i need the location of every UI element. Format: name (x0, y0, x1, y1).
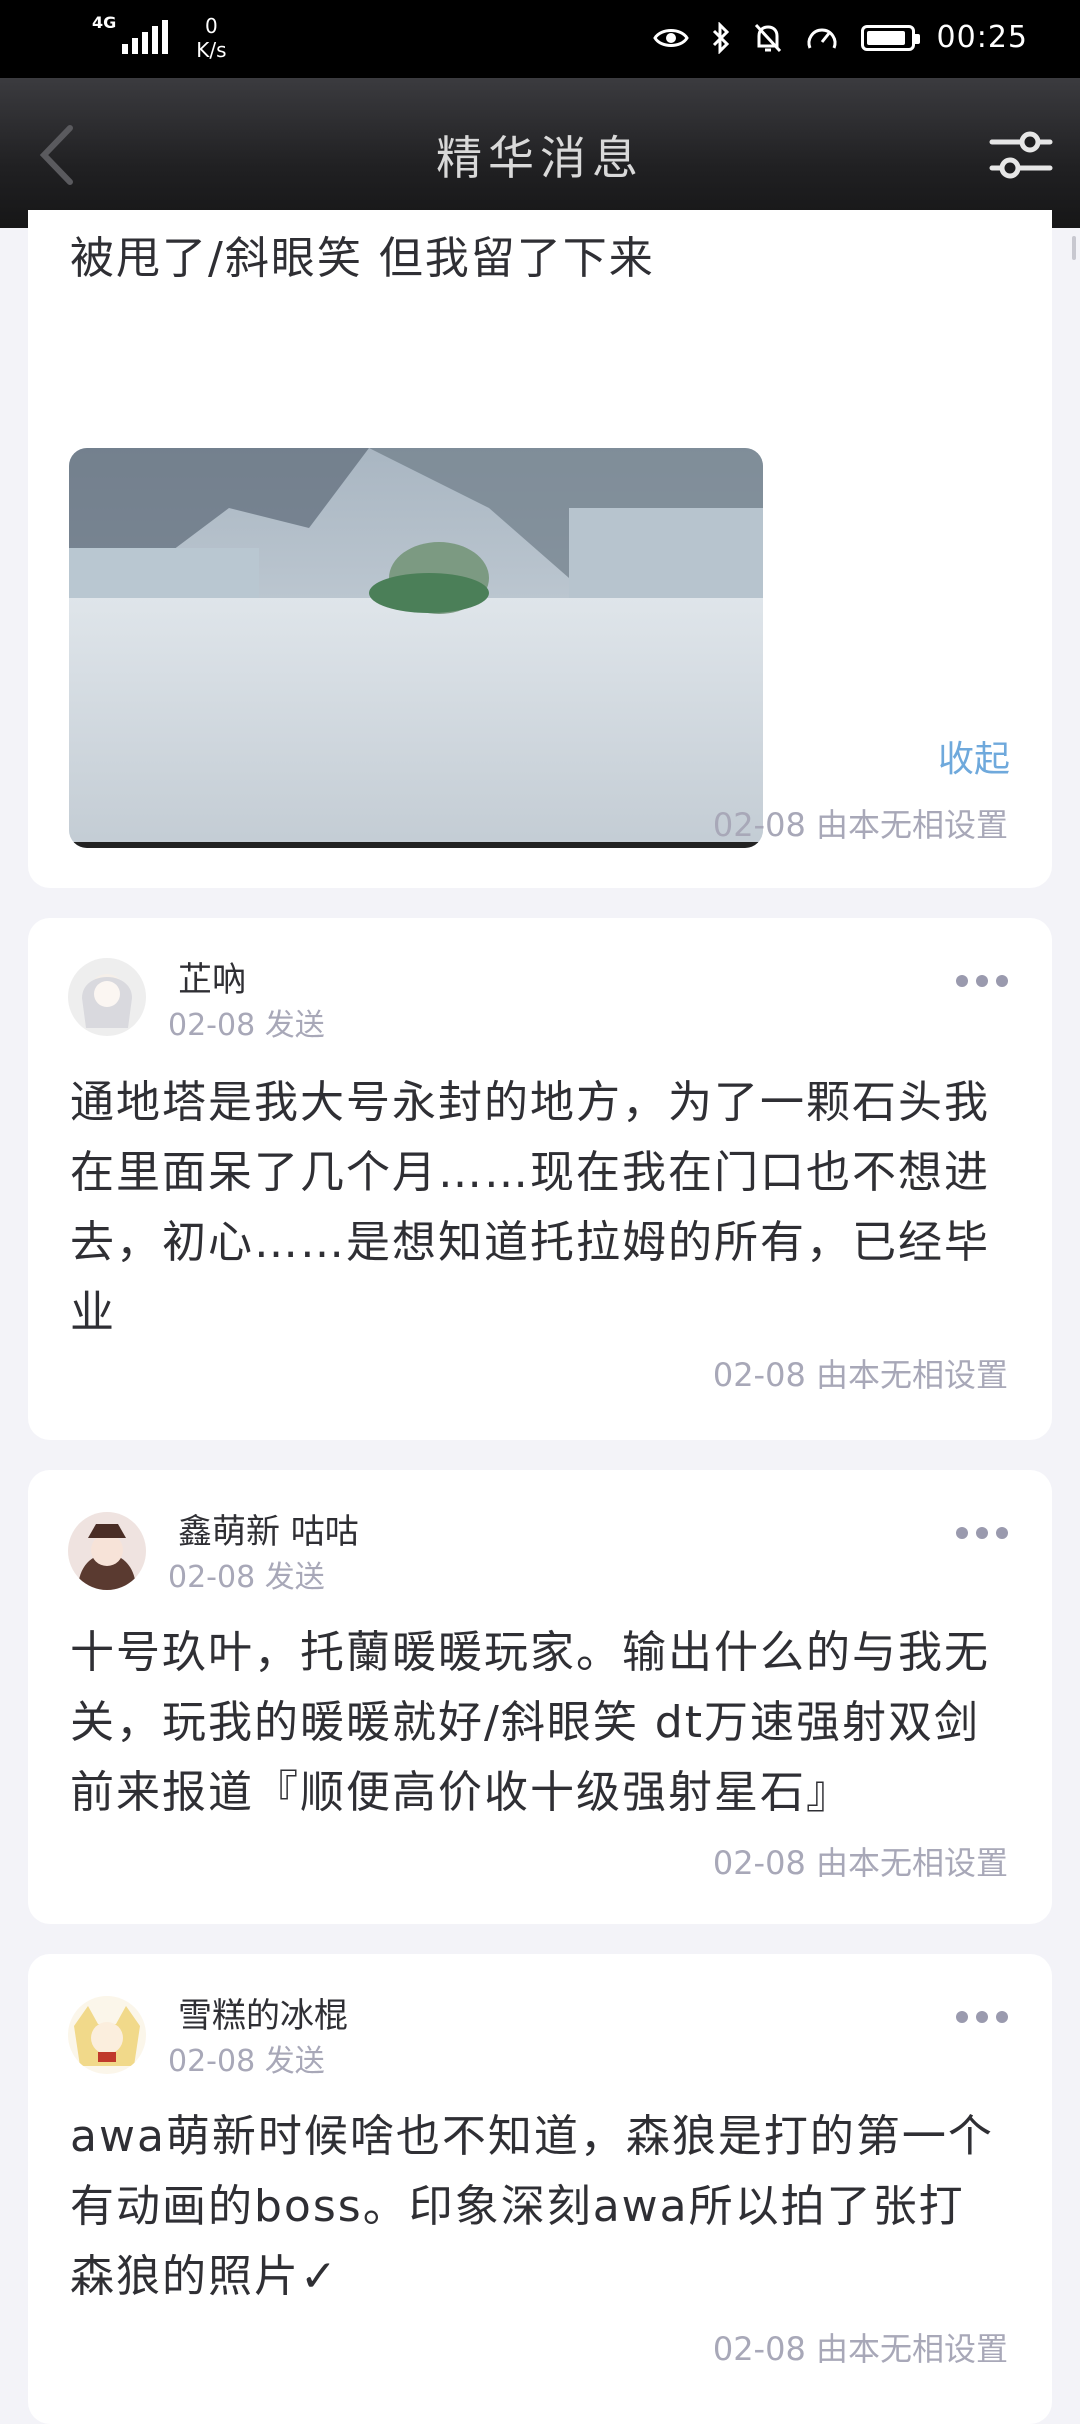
sent-time: 02-08 发送 (168, 2044, 325, 2079)
network-type: 4G (92, 13, 117, 32)
avatar[interactable] (68, 958, 146, 1036)
mute-icon (754, 23, 781, 53)
post-card: 鑫萌新 咕咕 02-08 发送 十号玖叶，托蘭暖暖玩家。输出什么的与我无关，玩我… (28, 1470, 1052, 1924)
post-text: 被甩了/斜眼笑 但我留了下来 (70, 233, 655, 284)
post-card: 被甩了/斜眼笑 但我留了下来 收起 02-08 由本无相设置 (28, 210, 1052, 888)
eye-icon (652, 29, 689, 47)
set-info: 02-08 由本无相设置 (712, 806, 1008, 844)
status-right: 00:25 (652, 18, 1028, 58)
username[interactable]: 雪糕的冰棍 (178, 1988, 348, 2037)
status-left: 4G 0 K/s (92, 13, 227, 63)
post-text: awa萌新时候啥也不知道，森狼是打的第一个有动画的boss。印象深刻awa所以拍… (70, 2111, 994, 2302)
sent-time: 02-08 发送 (168, 1560, 325, 1595)
nav-bar: 精华消息 (0, 78, 1080, 228)
signal-indicator: 4G (92, 13, 169, 54)
battery-icon (860, 25, 920, 51)
speed-value: 0 (205, 14, 218, 38)
settings-sliders-icon[interactable] (988, 122, 1054, 188)
network-speed: 0 K/s (196, 14, 226, 62)
status-bar: 4G 0 K/s 00:25 (0, 0, 1080, 78)
post-text: 十号玖叶，托蘭暖暖玩家。输出什么的与我无关，玩我的暖暖就好/斜眼笑 dt万速强射… (70, 1627, 990, 1818)
more-icon[interactable] (956, 1524, 1016, 1540)
post-photo[interactable] (69, 448, 763, 848)
collapse-link[interactable]: 收起 (938, 730, 1010, 782)
battery-fill (866, 31, 905, 45)
avatar[interactable] (68, 1512, 146, 1590)
post-card: 芷吶 02-08 发送 通地塔是我大号永封的地方，为了一颗石头我在里面呆了几个月… (28, 918, 1052, 1440)
page-title: 精华消息 (436, 131, 644, 185)
avatar[interactable] (68, 1996, 146, 2074)
username[interactable]: 鑫萌新 咕咕 (178, 1504, 359, 1553)
set-info: 02-08 由本无相设置 (712, 1844, 1008, 1882)
more-icon[interactable] (956, 972, 1016, 988)
more-icon[interactable] (956, 2008, 1016, 2024)
gauge-icon (807, 28, 837, 49)
clock: 00:25 (936, 20, 1028, 55)
signal-bars-icon (122, 20, 169, 54)
scrollbar[interactable] (1072, 236, 1076, 260)
bluetooth-icon (712, 22, 729, 54)
username[interactable]: 芷吶 (178, 952, 246, 1001)
game-screenshot-image (69, 448, 763, 848)
set-info: 02-08 由本无相设置 (712, 2330, 1008, 2368)
speed-unit: K/s (196, 38, 227, 62)
post-text: 通地塔是我大号永封的地方，为了一颗石头我在里面呆了几个月……现在我在门口也不想进… (70, 1077, 990, 1338)
set-info: 02-08 由本无相设置 (712, 1356, 1008, 1394)
post-card: 雪糕的冰棍 02-08 发送 awa萌新时候啥也不知道，森狼是打的第一个有动画的… (28, 1954, 1052, 2424)
sent-time: 02-08 发送 (168, 1008, 325, 1043)
